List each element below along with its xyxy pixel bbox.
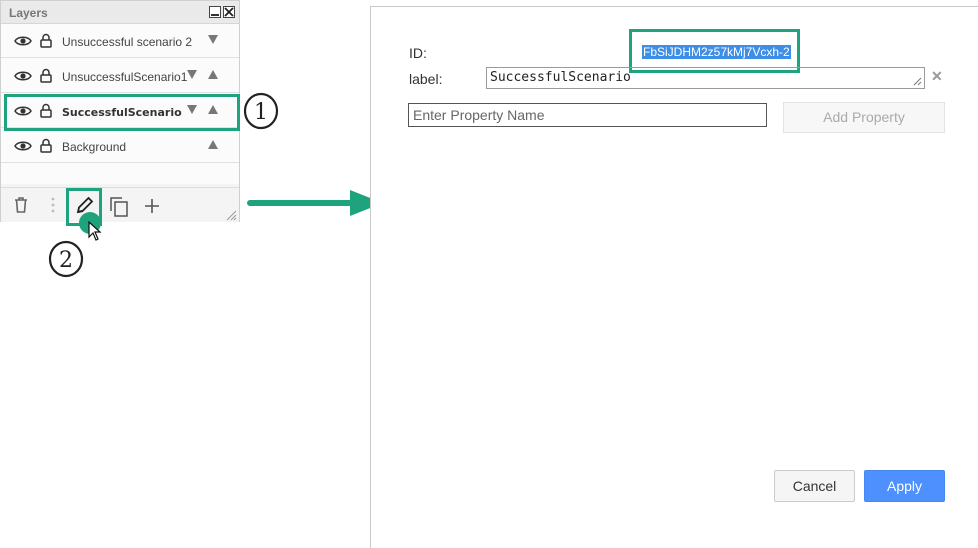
resize-grip-icon[interactable] bbox=[913, 77, 922, 86]
lock-icon[interactable] bbox=[40, 68, 52, 83]
label-textarea[interactable]: SuccessfulScenario bbox=[486, 67, 925, 89]
step-1-marker: 1 bbox=[243, 92, 279, 130]
move-down-icon[interactable] bbox=[208, 35, 218, 44]
id-value[interactable]: FbSiJDHM2z57kMj7Vcxh-2 bbox=[642, 45, 791, 59]
eye-icon[interactable] bbox=[14, 140, 32, 152]
layers-panel-titlebar: Layers bbox=[1, 1, 239, 24]
property-name-input[interactable] bbox=[408, 103, 767, 127]
step-1-label: 1 bbox=[254, 100, 268, 125]
move-down-icon[interactable] bbox=[187, 70, 197, 79]
clear-icon[interactable]: ✕ bbox=[931, 68, 943, 85]
move-up-icon[interactable] bbox=[208, 140, 218, 149]
trash-icon[interactable] bbox=[13, 196, 29, 214]
plus-icon[interactable] bbox=[144, 198, 160, 214]
cursor-icon bbox=[88, 221, 102, 241]
layer-name: UnsuccessfulScenario1 bbox=[62, 70, 188, 84]
eye-icon[interactable] bbox=[14, 70, 32, 82]
close-icon[interactable] bbox=[223, 6, 235, 18]
step-2-label: 2 bbox=[59, 248, 73, 273]
layer-name: Unsuccessful scenario 2 bbox=[62, 35, 193, 49]
label-value: SuccessfulScenario bbox=[490, 70, 631, 85]
duplicate-icon[interactable] bbox=[109, 196, 129, 218]
lock-icon[interactable] bbox=[40, 138, 52, 153]
add-property-button[interactable]: Add Property bbox=[783, 102, 945, 133]
layer-row[interactable]: Unsuccessful scenario 2 bbox=[1, 24, 239, 58]
lock-icon[interactable] bbox=[40, 33, 52, 48]
label-label: label: bbox=[409, 71, 443, 87]
highlight-selected-layer bbox=[4, 94, 240, 131]
layer-row[interactable]: Background bbox=[1, 129, 239, 163]
layer-row[interactable]: UnsuccessfulScenario1 bbox=[1, 59, 239, 93]
resize-grip-icon[interactable] bbox=[226, 210, 237, 221]
layers-toolbar bbox=[1, 187, 239, 222]
step-2-marker: 2 bbox=[48, 240, 84, 278]
move-up-icon[interactable] bbox=[208, 70, 218, 79]
cancel-button[interactable]: Cancel bbox=[774, 470, 855, 502]
layers-panel-title: Layers bbox=[9, 6, 48, 20]
id-label: ID: bbox=[409, 45, 427, 61]
minimize-icon[interactable] bbox=[209, 6, 221, 18]
eye-icon[interactable] bbox=[14, 35, 32, 47]
transition-arrow-icon bbox=[247, 190, 383, 216]
more-vertical-icon bbox=[51, 197, 55, 213]
apply-button[interactable]: Apply bbox=[864, 470, 945, 502]
layer-name: Background bbox=[62, 140, 127, 154]
